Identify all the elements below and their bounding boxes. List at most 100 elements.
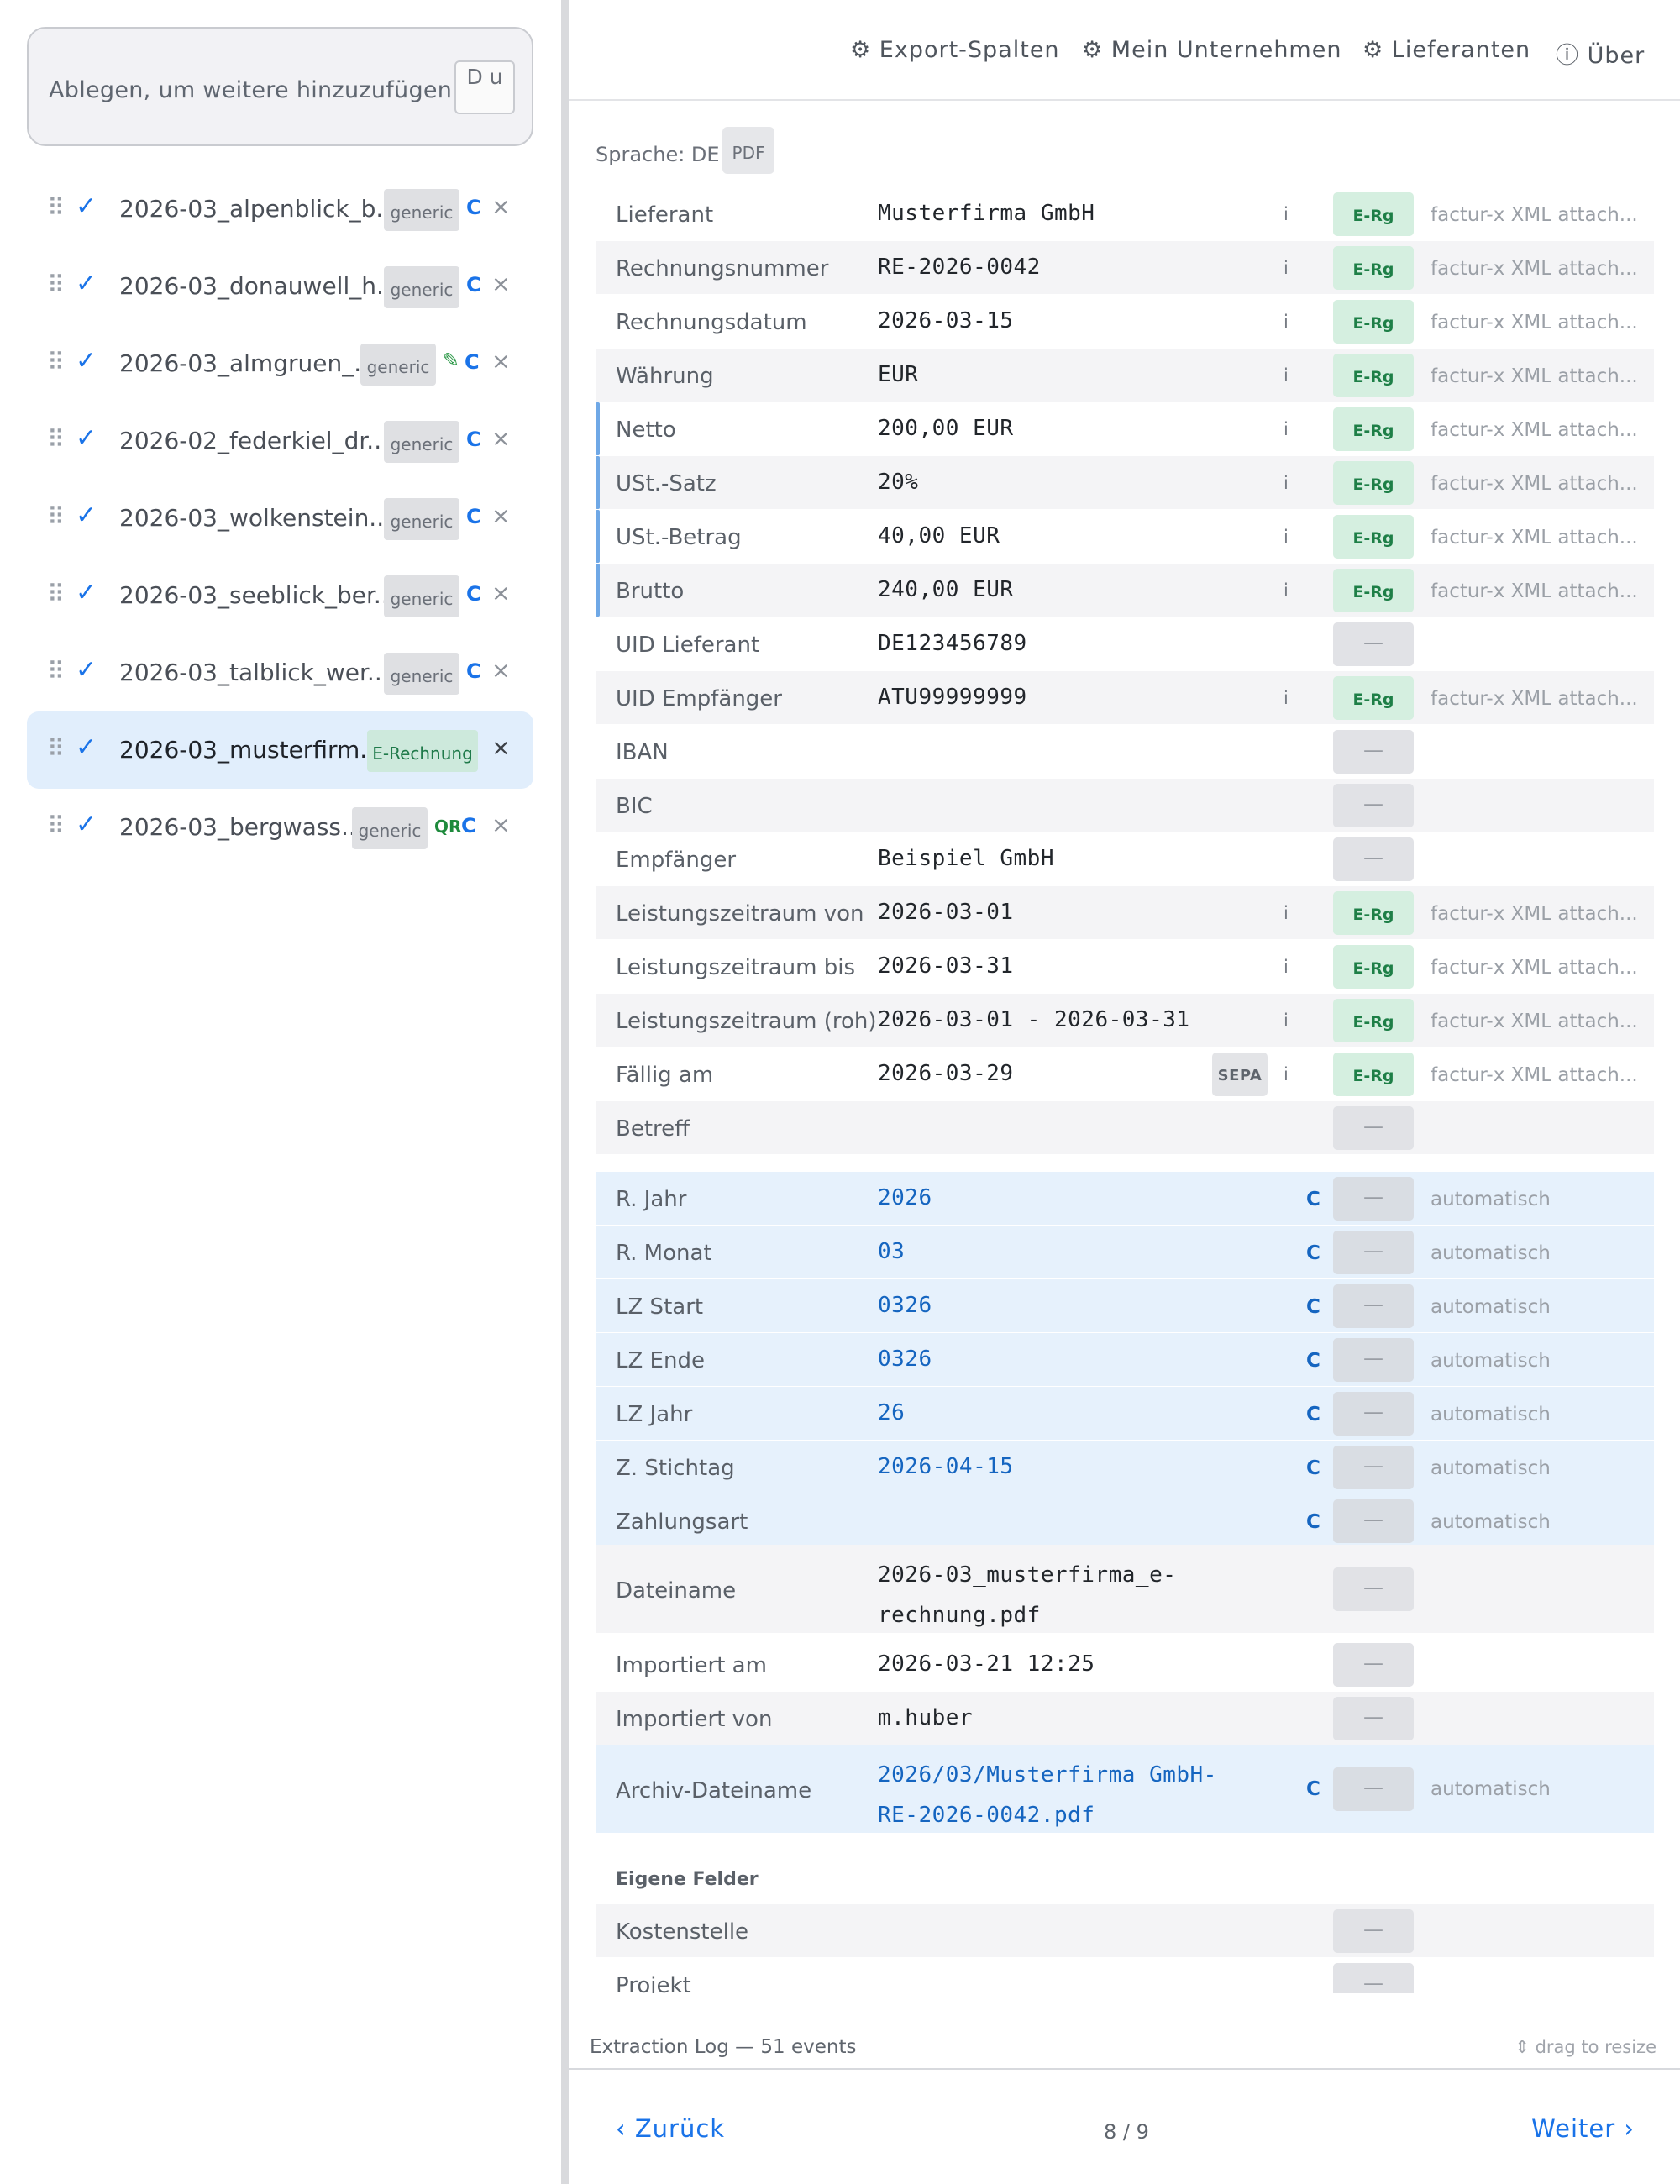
info-icon[interactable]: i: [1284, 365, 1289, 386]
source-badge[interactable]: E-Rg: [1333, 945, 1414, 989]
source-badge[interactable]: E-Rg: [1333, 354, 1414, 397]
extraction-log-bar[interactable]: Extraction Log — 51 events ⇕ drag to res…: [569, 2023, 1680, 2070]
field-value[interactable]: 40,00 EUR: [878, 523, 1000, 549]
drag-handle-icon[interactable]: ⠿: [47, 270, 65, 299]
nav-suppliers[interactable]: ⚙ Lieferanten: [1362, 37, 1530, 63]
info-icon[interactable]: i: [1284, 312, 1289, 332]
remove-file-icon[interactable]: ×: [491, 580, 511, 606]
nav-my-company[interactable]: ⚙ Mein Unternehmen: [1082, 37, 1341, 63]
source-badge[interactable]: E-Rg: [1333, 676, 1414, 720]
field-value[interactable]: 2026-03_musterfirma_e-rechnung.pdf: [878, 1555, 1247, 1635]
field-value[interactable]: 200,00 EUR: [878, 416, 1014, 441]
source-badge[interactable]: E-Rg: [1333, 891, 1414, 935]
drag-handle-icon[interactable]: ⠿: [47, 425, 65, 454]
remove-file-icon[interactable]: ×: [491, 503, 511, 529]
file-list-item[interactable]: ⠿ ✓ 2026-03_alpenblick_b... generic C ×: [27, 171, 533, 248]
source-badge[interactable]: E-Rg: [1333, 1053, 1414, 1096]
source-badge[interactable]: —: [1333, 1499, 1414, 1543]
field-value[interactable]: 2026-04-15: [878, 1454, 1014, 1479]
source-badge[interactable]: E-Rg: [1333, 569, 1414, 612]
file-list-item[interactable]: ⠿ ✓ 2026-03_bergwass... generic QR C ×: [27, 789, 533, 866]
file-dropzone[interactable]: Ablegen, um weitere hinzuzufügen D u: [27, 27, 533, 146]
remove-file-icon[interactable]: ×: [491, 735, 511, 761]
file-list-item[interactable]: ⠿ ✓ 2026-03_musterfirm... E-Rechnung ×: [27, 711, 533, 789]
field-value[interactable]: Musterfirma GmbH: [878, 201, 1095, 226]
drag-handle-icon[interactable]: ⠿: [47, 348, 65, 376]
remove-file-icon[interactable]: ×: [491, 349, 511, 375]
log-resize-handle[interactable]: ⇕ drag to resize: [1515, 2037, 1656, 2057]
field-value[interactable]: 26: [878, 1400, 905, 1425]
drag-handle-icon[interactable]: ⠿: [47, 734, 65, 763]
info-icon[interactable]: i: [1284, 957, 1289, 977]
source-badge[interactable]: —: [1333, 1767, 1414, 1811]
file-list-item[interactable]: ⠿ ✓ 2026-02_federkiel_dr... generic C ×: [27, 402, 533, 480]
source-badge[interactable]: —: [1333, 1697, 1414, 1740]
source-badge[interactable]: E-Rg: [1333, 192, 1414, 236]
info-icon[interactable]: i: [1284, 1064, 1289, 1084]
drag-handle-icon[interactable]: ⠿: [47, 580, 65, 608]
remove-file-icon[interactable]: ×: [491, 194, 511, 220]
sepa-badge[interactable]: SEPA: [1212, 1053, 1268, 1096]
field-value[interactable]: RE-2026-0042: [878, 255, 1041, 280]
info-icon[interactable]: i: [1284, 688, 1289, 708]
source-badge[interactable]: —: [1333, 1284, 1414, 1328]
drag-handle-icon[interactable]: ⠿: [47, 193, 65, 222]
info-icon[interactable]: i: [1284, 473, 1289, 493]
field-value[interactable]: EUR: [878, 362, 918, 387]
source-badge[interactable]: E-Rg: [1333, 515, 1414, 559]
info-icon[interactable]: i: [1284, 1011, 1289, 1031]
nav-export-columns[interactable]: ⚙ Export-Spalten: [850, 37, 1060, 63]
source-badge[interactable]: E-Rg: [1333, 461, 1414, 505]
info-icon[interactable]: i: [1284, 204, 1289, 224]
file-list-item[interactable]: ⠿ ✓ 2026-03_wolkenstein... generic C ×: [27, 480, 533, 557]
source-badge[interactable]: E-Rg: [1333, 407, 1414, 451]
source-badge[interactable]: E-Rg: [1333, 246, 1414, 290]
source-badge[interactable]: —: [1333, 1567, 1414, 1611]
file-list-item[interactable]: ⠿ ✓ 2026-03_donauwell_h... generic C ×: [27, 248, 533, 325]
source-badge[interactable]: —: [1333, 622, 1414, 666]
back-button[interactable]: ‹ Zurück: [616, 2114, 725, 2143]
field-value[interactable]: DE123456789: [878, 631, 1027, 656]
source-badge[interactable]: —: [1333, 1338, 1414, 1382]
field-value[interactable]: m.huber: [878, 1705, 973, 1730]
field-value[interactable]: 2026/03/Musterfirma GmbH-RE-2026-0042.pd…: [878, 1755, 1247, 1835]
info-icon[interactable]: i: [1284, 419, 1289, 439]
extraction-log-title[interactable]: Extraction Log — 51 events: [590, 2036, 857, 2058]
field-value[interactable]: Beispiel GmbH: [878, 846, 1054, 871]
source-badge[interactable]: —: [1333, 1392, 1414, 1436]
field-value[interactable]: 0326: [878, 1293, 932, 1318]
field-value[interactable]: 0326: [878, 1347, 932, 1372]
field-value[interactable]: 20%: [878, 470, 918, 495]
field-value[interactable]: 2026-03-21 12:25: [878, 1651, 1095, 1677]
file-list-item[interactable]: ⠿ ✓ 2026-03_seeblick_ber... generic C ×: [27, 557, 533, 634]
source-badge[interactable]: —: [1333, 1106, 1414, 1150]
next-button[interactable]: Weiter ›: [1531, 2114, 1635, 2143]
field-value[interactable]: 2026-03-01 - 2026-03-31: [878, 1007, 1190, 1032]
source-badge[interactable]: —: [1333, 837, 1414, 881]
remove-file-icon[interactable]: ×: [491, 271, 511, 297]
source-badge[interactable]: —: [1333, 1177, 1414, 1221]
source-badge[interactable]: —: [1333, 1231, 1414, 1274]
pdf-view-button[interactable]: PDF: [722, 127, 774, 174]
dropzone-upload-button[interactable]: D u: [454, 60, 515, 114]
panel-resize-divider[interactable]: [561, 0, 569, 2184]
remove-file-icon[interactable]: ×: [491, 658, 511, 684]
source-badge[interactable]: —: [1333, 1446, 1414, 1489]
info-icon[interactable]: i: [1284, 527, 1289, 547]
remove-file-icon[interactable]: ×: [491, 812, 511, 838]
source-badge[interactable]: —: [1333, 1963, 1414, 1993]
file-list-item[interactable]: ⠿ ✓ 2026-03_almgruen_... generic ✎ C ×: [27, 325, 533, 402]
nav-about[interactable]: ⓘ Über: [1556, 37, 1645, 70]
field-value[interactable]: 2026: [878, 1185, 932, 1210]
source-badge[interactable]: E-Rg: [1333, 999, 1414, 1042]
source-badge[interactable]: —: [1333, 730, 1414, 774]
info-icon[interactable]: i: [1284, 903, 1289, 923]
field-value[interactable]: 2026-03-15: [878, 308, 1014, 333]
drag-handle-icon[interactable]: ⠿: [47, 811, 65, 840]
language-label[interactable]: Sprache: DE: [596, 143, 720, 166]
remove-file-icon[interactable]: ×: [491, 426, 511, 452]
field-value[interactable]: 03: [878, 1239, 905, 1264]
field-value[interactable]: ATU99999999: [878, 685, 1027, 710]
source-badge[interactable]: —: [1333, 1643, 1414, 1687]
field-value[interactable]: 2026-03-31: [878, 953, 1014, 979]
